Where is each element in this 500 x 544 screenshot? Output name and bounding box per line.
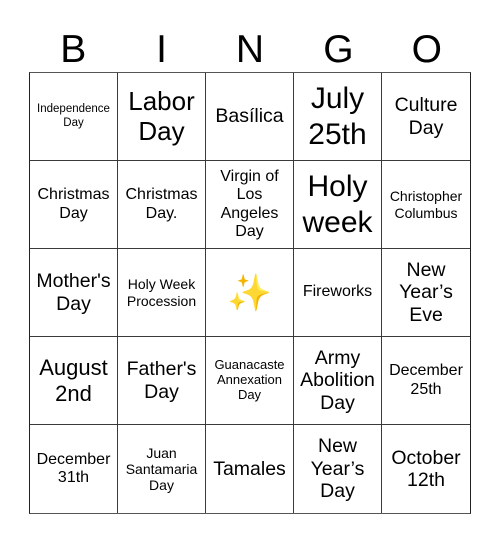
bingo-cell[interactable]: Juan Santamaria Day (118, 425, 206, 513)
bingo-cell[interactable]: July 25th (294, 73, 382, 161)
cell-text: Juan Santamaria Day (125, 444, 198, 494)
header-letter-n: N (235, 27, 265, 71)
bingo-cell[interactable]: Mother's Day (30, 249, 118, 337)
bingo-cell[interactable]: Father's Day (118, 337, 206, 425)
cell-text: Virgin of Los Angeles Day (220, 167, 279, 240)
cell-text: New Year’s Day (310, 435, 365, 503)
sparkles-icon: ✨ (227, 271, 272, 313)
bingo-cell[interactable]: New Year’s Eve (382, 249, 470, 337)
bingo-cell[interactable]: Virgin of Los Angeles Day (206, 161, 294, 249)
cell-text: Christmas Day. (125, 186, 198, 222)
cell-text: December 31th (36, 450, 111, 486)
bingo-cell[interactable]: Tamales (206, 425, 294, 513)
bingo-cell[interactable]: August 2nd (30, 337, 118, 425)
header-letter-o: O (411, 27, 442, 71)
cell-text: Christopher Columbus (389, 188, 463, 221)
bingo-cell[interactable]: December 25th (382, 337, 470, 425)
cell-text: Tamales (213, 457, 286, 480)
bingo-cell[interactable]: October 12th (382, 425, 470, 513)
bingo-board: Independence Day Labor Day Basílica July… (29, 72, 471, 514)
bingo-cell[interactable]: Guanacaste Annexation Day (206, 337, 294, 425)
cell-text: Culture Day (394, 94, 458, 139)
cell-text: Father's Day (126, 358, 197, 403)
bingo-cell[interactable]: Culture Day (382, 73, 470, 161)
header-letter-i: I (156, 27, 168, 71)
bingo-cell[interactable]: Holy week (294, 161, 382, 249)
bingo-cell[interactable]: Fireworks (294, 249, 382, 337)
header-letter-b: B (60, 27, 87, 71)
cell-text: Holy Week Procession (126, 276, 197, 309)
cell-text: Basílica (215, 105, 284, 128)
bingo-cell[interactable]: December 31th (30, 425, 118, 513)
cell-text: Mother's Day (36, 270, 111, 315)
cell-text: July 25th (308, 81, 367, 151)
cell-text: Army Abolition Day (300, 346, 375, 414)
cell-text: August 2nd (39, 355, 108, 406)
bingo-cell[interactable]: Christopher Columbus (382, 161, 470, 249)
bingo-cell[interactable]: Basílica (206, 73, 294, 161)
cell-text: Holy week (302, 169, 373, 239)
cell-text: Guanacaste Annexation Day (214, 357, 285, 402)
bingo-cell[interactable]: Holy Week Procession (118, 249, 206, 337)
bingo-cell[interactable]: Christmas Day. (118, 161, 206, 249)
bingo-cell[interactable]: Labor Day (118, 73, 206, 161)
header-letter-g: G (323, 27, 354, 71)
cell-text: Labor Day (128, 85, 195, 146)
free-space-cell[interactable]: ✨ (206, 249, 294, 337)
cell-text: Independence Day (37, 103, 110, 129)
bingo-cell[interactable]: Christmas Day (30, 161, 118, 249)
cell-text: Christmas Day (37, 186, 110, 222)
bingo-cell[interactable]: Army Abolition Day (294, 337, 382, 425)
cell-text: New Year’s Eve (399, 258, 453, 326)
bingo-cell[interactable]: Independence Day (30, 73, 118, 161)
bingo-header: B I N G O (29, 26, 471, 72)
cell-text: Fireworks (302, 283, 373, 301)
cell-text: October 12th (391, 446, 461, 491)
cell-text: December 25th (389, 362, 463, 398)
bingo-cell[interactable]: New Year’s Day (294, 425, 382, 513)
